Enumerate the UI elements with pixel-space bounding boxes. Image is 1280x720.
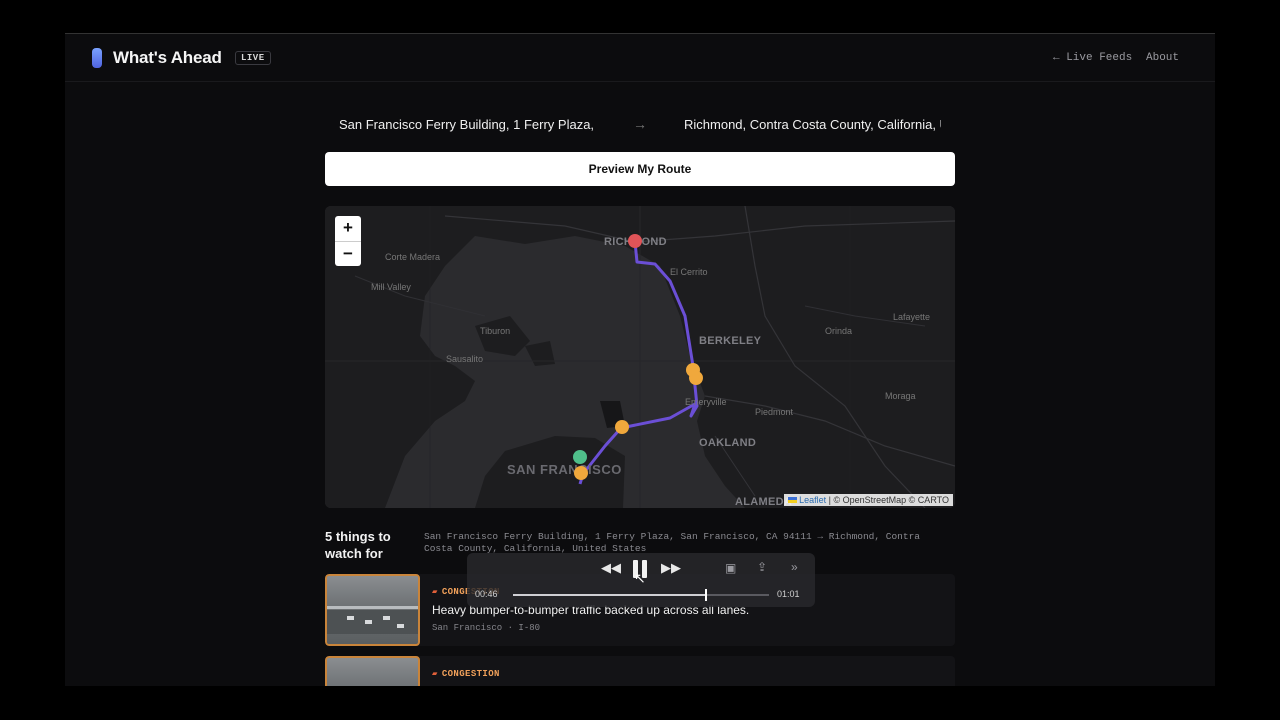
alert-tag: ▰CONGESTION xyxy=(432,669,500,679)
map-label-oakland: OAKLAND xyxy=(699,437,757,449)
arrow-right-icon: → xyxy=(633,116,647,132)
seek-knob[interactable] xyxy=(705,589,708,601)
map-label-el-cerrito: El Cerrito xyxy=(670,267,708,277)
map-label-richmond: RICHMOND xyxy=(604,236,667,248)
preview-route-button[interactable]: Preview My Route xyxy=(325,152,955,186)
map-label-emeryville: Emeryville xyxy=(685,397,727,407)
current-time: 00:46 xyxy=(475,589,498,599)
map-label-mill-valley: Mill Valley xyxy=(371,282,411,292)
map-label-berkeley: BERKELEY xyxy=(699,335,762,347)
car-icon: ▰ xyxy=(432,587,438,597)
top-bar: What's Ahead LIVE ← Live Feeds About xyxy=(65,34,1215,82)
duration: 01:01 xyxy=(777,589,800,599)
zoom-control: + − xyxy=(335,216,361,266)
map-label-sausalito: Sausalito xyxy=(446,354,484,364)
ukraine-flag-icon xyxy=(788,497,798,503)
camera-thumbnail xyxy=(325,656,420,686)
mouse-cursor-icon: ↖ xyxy=(634,570,646,586)
origin-input[interactable] xyxy=(325,108,610,140)
map-attribution: Leaflet | © OpenStreetMap © CARTO xyxy=(784,494,953,506)
map-label-tiburon: Tiburon xyxy=(480,326,511,336)
route-map[interactable]: RICHMOND El Cerrito Corte Madera Mill Va… xyxy=(325,206,955,508)
alert-location: San Francisco · I-80 xyxy=(432,623,541,633)
map-label-moraga: Moraga xyxy=(885,391,916,401)
map-label-piedmont: Piedmont xyxy=(755,407,794,417)
map-label-lafayette: Lafayette xyxy=(893,312,931,322)
map-label-san-francisco: SAN FRANCISCO xyxy=(507,462,622,477)
section-route: San Francisco Ferry Building, 1 Ferry Pl… xyxy=(424,531,920,554)
alert-card[interactable]: ▰ CONGESTION xyxy=(325,656,955,686)
live-badge: LIVE xyxy=(235,51,271,65)
section-title: 5 things to watch for xyxy=(325,529,391,561)
app-title: What's Ahead xyxy=(113,48,222,67)
rewind-icon[interactable]: ◀◀ xyxy=(601,560,621,576)
camera-thumbnail xyxy=(325,574,420,646)
seek-progress xyxy=(513,594,707,596)
car-icon: ▰ xyxy=(432,669,438,679)
nav-live-feeds[interactable]: ← Live Feeds xyxy=(1053,52,1132,64)
fast-forward-icon[interactable]: ▶▶ xyxy=(661,560,681,576)
picture-in-picture-icon[interactable]: ▣ xyxy=(725,561,736,575)
zoom-out-button[interactable]: − xyxy=(335,241,361,266)
seek-bar[interactable] xyxy=(513,589,769,601)
zoom-in-button[interactable]: + xyxy=(335,216,361,241)
map-label-orinda: Orinda xyxy=(825,326,853,336)
share-icon[interactable]: ⇪ xyxy=(757,560,767,574)
map-label-corte-madera: Corte Madera xyxy=(385,252,441,262)
route-form: → xyxy=(325,106,955,142)
destination-input[interactable] xyxy=(670,108,955,140)
attribution-text: | © OpenStreetMap © CARTO xyxy=(828,495,949,505)
leaflet-link[interactable]: Leaflet xyxy=(799,495,826,505)
more-icon[interactable]: » xyxy=(791,560,798,574)
logo-icon xyxy=(92,48,102,68)
nav-about[interactable]: About xyxy=(1146,52,1179,64)
